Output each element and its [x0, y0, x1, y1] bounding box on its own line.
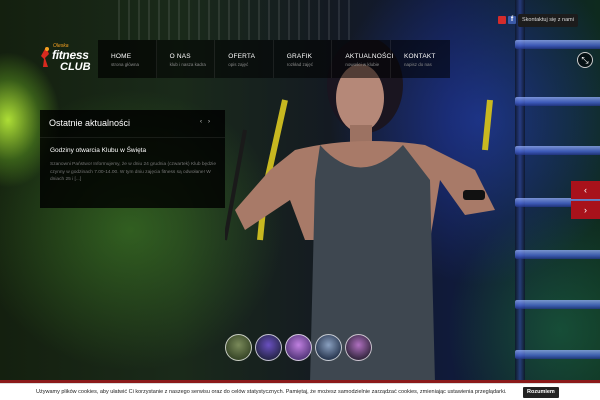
slider-prev-button[interactable]: ‹	[571, 181, 600, 199]
wall-bar	[515, 146, 600, 155]
nav-item-label: OFERTA	[228, 53, 256, 60]
contact-us-button[interactable]: Skontaktuj się z nami	[518, 14, 578, 27]
divider	[40, 137, 225, 138]
nav-item-contact[interactable]: KONTAKT napisz do nas	[391, 40, 450, 78]
nav-item-label: AKTUALNOŚCI	[345, 53, 394, 60]
nav-item-about[interactable]: O NAS klub i nasza kadra	[157, 40, 216, 78]
nav-item-sublabel: klub i nasza kadra	[169, 62, 206, 67]
wall-bar	[515, 97, 600, 106]
slide-thumbnail[interactable]	[225, 334, 252, 361]
main-navigation: HOME strona główna O NAS klub i nasza ka…	[98, 40, 450, 78]
nav-item-label: GRAFIK	[286, 53, 313, 60]
slide-thumbnail[interactable]	[345, 334, 372, 361]
slide-thumbnail[interactable]	[285, 334, 312, 361]
nav-item-sublabel: opis zajęć	[228, 62, 249, 67]
news-heading: Ostatnie aktualności	[49, 118, 131, 128]
logo[interactable]: Oleska fitness CLUB	[40, 42, 92, 76]
nav-item-label: HOME	[111, 53, 132, 60]
wall-bar	[515, 300, 600, 309]
news-title-link[interactable]: Godziny otwarcia Klubu w Święta	[50, 147, 146, 154]
latest-news-panel: Ostatnie aktualności ‹› Godziny otwarcia…	[40, 110, 225, 208]
youtube-icon[interactable]	[498, 16, 506, 24]
news-excerpt: Szanowni Państwo! Informujemy, że w dniu…	[50, 162, 217, 182]
chevron-right-icon: ›	[584, 205, 587, 215]
nav-item-label: KONTAKT	[403, 53, 436, 60]
slider-next-button[interactable]: ›	[571, 201, 600, 219]
wall-bar	[515, 250, 600, 259]
nav-item-home[interactable]: HOME strona główna	[98, 40, 157, 78]
facebook-icon[interactable]: f	[508, 16, 516, 24]
slide-thumbnail[interactable]	[255, 334, 282, 361]
nav-item-offer[interactable]: OFERTA opis zajęć	[215, 40, 274, 78]
toggle-menu-button[interactable]: ⤡	[577, 52, 593, 68]
ceiling-decoration	[118, 0, 358, 40]
chevron-left-icon: ‹	[584, 185, 587, 195]
cookie-text: Używamy plików cookies, aby ułatwić Ci k…	[36, 389, 507, 395]
slide-thumbnail[interactable]	[315, 334, 342, 361]
cookie-accept-button[interactable]: Rozumiem	[523, 387, 559, 398]
logo-wordmark: fitness	[52, 48, 89, 62]
logo-club: CLUB	[60, 61, 91, 73]
arrows-icon: ⤡	[581, 55, 589, 65]
logo-figure-icon	[41, 47, 49, 67]
slider-thumbnails	[225, 334, 372, 361]
nav-item-news[interactable]: AKTUALNOŚCI nowości w klubie	[332, 40, 394, 78]
nav-item-schedule[interactable]: GRAFIK rozkład zajęć	[274, 40, 333, 78]
athlete-photo	[225, 40, 495, 383]
cookie-notice: Używamy plików cookies, aby ułatwić Ci k…	[0, 383, 600, 400]
nav-item-label: O NAS	[169, 53, 191, 60]
nav-item-sublabel: nowości w klubie	[345, 62, 380, 67]
nav-item-sublabel: rozkład zajęć	[286, 62, 314, 67]
news-prev-button[interactable]: ‹	[200, 119, 208, 125]
nav-item-sublabel: strona główna	[111, 62, 140, 67]
wall-bar	[515, 350, 600, 359]
nav-item-sublabel: napisz do nas	[403, 62, 432, 67]
wall-bar	[515, 40, 600, 49]
news-next-button[interactable]: ›	[208, 119, 216, 125]
news-pager: ‹›	[200, 119, 216, 125]
